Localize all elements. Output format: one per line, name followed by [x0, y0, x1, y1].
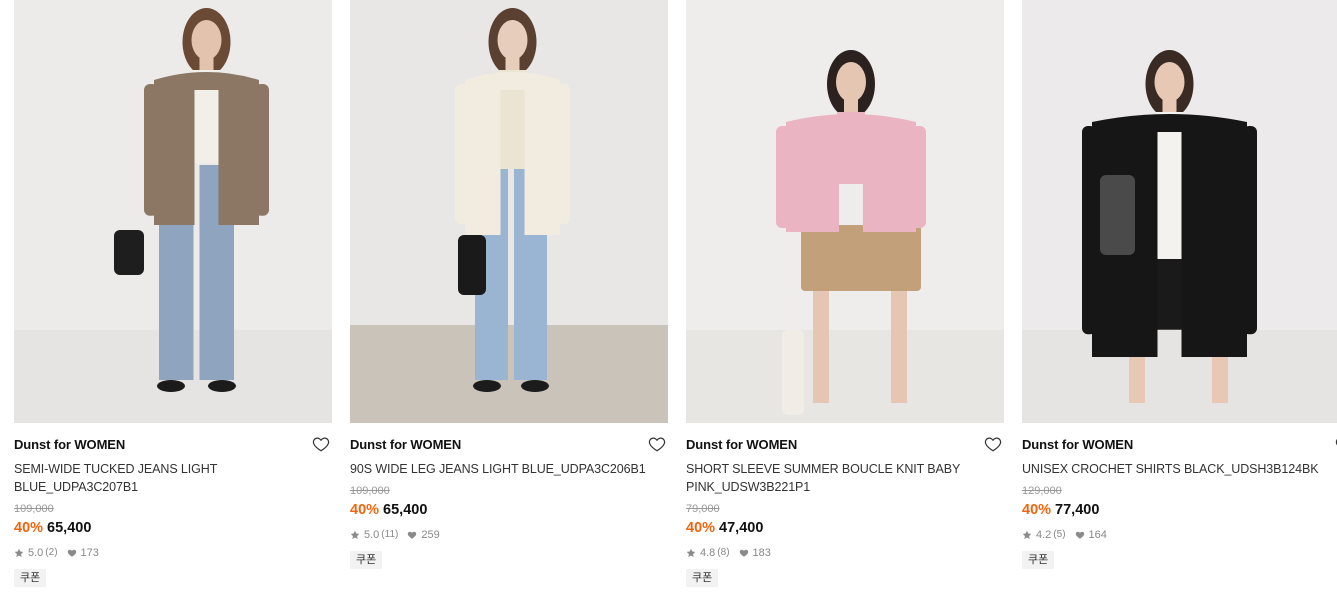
- price-block: 79,000 40% 47,400 4.8 (8) 183 쿠폰: [686, 502, 1004, 587]
- brand-row: Dunst for WOMEN: [1022, 435, 1337, 455]
- model-shoe-left: [473, 380, 501, 392]
- product-meta: 4.8 (8) 183: [686, 546, 1004, 560]
- product-image[interactable]: [350, 0, 668, 423]
- brand-name[interactable]: Dunst for WOMEN: [350, 437, 461, 452]
- rating-value: 4.2: [1036, 529, 1052, 541]
- heart-filled-icon: [67, 549, 76, 557]
- brand-row: Dunst for WOMEN: [350, 435, 668, 455]
- product-meta: 4.2 (5) 164: [1022, 528, 1337, 542]
- original-price: 79,000: [686, 503, 720, 515]
- model-shoe-right: [521, 380, 549, 392]
- discount-rate: 40%: [350, 502, 380, 518]
- model-leg-right: [891, 291, 907, 403]
- model-arm-left: [776, 126, 790, 228]
- like-count: 183: [752, 547, 771, 559]
- brand-name[interactable]: Dunst for WOMEN: [14, 437, 125, 452]
- model-face: [1154, 62, 1185, 102]
- product-card[interactable]: Dunst for WOMEN 90S WIDE LEG JEANS LIGHT…: [350, 0, 668, 607]
- product-image[interactable]: [14, 0, 332, 423]
- model-bag: [782, 330, 804, 415]
- star-icon: [1022, 530, 1032, 539]
- photo-floor: [686, 330, 1004, 423]
- review-count: (11): [381, 529, 399, 540]
- original-price: 109,000: [14, 503, 54, 515]
- model-inner-top: [1155, 112, 1184, 259]
- rating-value: 4.8: [700, 547, 716, 559]
- model-leg-left: [813, 291, 829, 403]
- product-card[interactable]: Dunst for WOMEN SEMI-WIDE TUCKED JEANS L…: [14, 0, 332, 607]
- model-bag: [114, 230, 144, 275]
- sale-price: 65,400: [47, 520, 92, 536]
- rating-value: 5.0: [364, 529, 380, 541]
- model-bag: [1100, 175, 1135, 255]
- model-arm-left: [455, 84, 469, 225]
- original-price: 109,000: [350, 485, 390, 497]
- like-count: 164: [1088, 529, 1107, 541]
- review-count: (8): [717, 547, 730, 558]
- model-photo-illustration: [1022, 0, 1337, 423]
- product-name[interactable]: SHORT SLEEVE SUMMER BOUCLE KNIT BABY PIN…: [686, 460, 986, 496]
- discount-rate: 40%: [686, 520, 716, 536]
- model-bag: [458, 235, 486, 295]
- star-icon: [686, 548, 696, 557]
- price-block: 129,000 40% 77,400 4.2 (5) 164 쿠폰: [1022, 484, 1337, 569]
- like-count: 173: [80, 547, 99, 559]
- price-block: 109,000 40% 65,400 5.0 (11) 259 쿠폰: [350, 484, 668, 569]
- model-face: [497, 20, 528, 60]
- rating-value: 5.0: [28, 547, 44, 559]
- original-price: 129,000: [1022, 485, 1062, 497]
- star-icon: [350, 530, 360, 539]
- product-meta: 5.0 (11) 259: [350, 528, 668, 542]
- product-card[interactable]: Dunst for WOMEN UNISEX CROCHET SHIRTS BL…: [1022, 0, 1337, 607]
- product-image[interactable]: [1022, 0, 1337, 423]
- model-arm-left: [1082, 126, 1096, 335]
- model-arm-left: [144, 84, 158, 216]
- model-arm-right: [912, 126, 926, 228]
- brand-row: Dunst for WOMEN: [686, 435, 1004, 455]
- heart-filled-icon: [739, 549, 748, 557]
- model-photo-illustration: [14, 0, 332, 423]
- model-bottom: [801, 225, 921, 291]
- coupon-badge: 쿠폰: [1022, 551, 1055, 569]
- brand-name[interactable]: Dunst for WOMEN: [1022, 437, 1133, 452]
- coupon-badge: 쿠폰: [686, 569, 719, 587]
- product-name[interactable]: 90S WIDE LEG JEANS LIGHT BLUE_UDPA3C206B…: [350, 460, 650, 478]
- photo-floor: [1022, 330, 1337, 423]
- wishlist-heart-icon[interactable]: [648, 435, 666, 453]
- coupon-badge: 쿠폰: [350, 551, 383, 569]
- brand-name[interactable]: Dunst for WOMEN: [686, 437, 797, 452]
- heart-filled-icon: [1075, 531, 1084, 539]
- product-image[interactable]: [686, 0, 1004, 423]
- model-face: [836, 62, 866, 102]
- discount-rate: 40%: [14, 520, 44, 536]
- product-meta: 5.0 (2) 173: [14, 546, 332, 560]
- product-name[interactable]: SEMI-WIDE TUCKED JEANS LIGHT BLUE_UDPA3C…: [14, 460, 314, 496]
- photo-floor: [350, 325, 668, 423]
- model-face: [191, 20, 222, 60]
- price-block: 109,000 40% 65,400 5.0 (2) 173 쿠폰: [14, 502, 332, 587]
- model-shoe-right: [208, 380, 236, 392]
- coupon-badge: 쿠폰: [14, 569, 47, 587]
- review-count: (5): [1053, 529, 1066, 540]
- model-photo-illustration: [350, 0, 668, 423]
- model-arm-right: [1243, 126, 1257, 335]
- model-arm-right: [255, 84, 269, 216]
- product-name[interactable]: UNISEX CROCHET SHIRTS BLACK_UDSH3B124BK: [1022, 460, 1322, 478]
- like-count: 259: [421, 529, 440, 541]
- sale-price: 65,400: [383, 502, 428, 518]
- sale-price: 77,400: [1055, 502, 1100, 518]
- brand-row: Dunst for WOMEN: [14, 435, 332, 455]
- wishlist-heart-icon[interactable]: [312, 435, 330, 453]
- sale-price: 47,400: [719, 520, 764, 536]
- heart-filled-icon: [408, 531, 417, 539]
- star-icon: [14, 548, 24, 557]
- review-count: (2): [45, 547, 58, 558]
- model-photo-illustration: [686, 0, 1004, 423]
- model-shoe-left: [157, 380, 185, 392]
- discount-rate: 40%: [1022, 502, 1052, 518]
- product-grid: Dunst for WOMEN SEMI-WIDE TUCKED JEANS L…: [0, 0, 1337, 607]
- wishlist-heart-icon[interactable]: [984, 435, 1002, 453]
- product-card[interactable]: Dunst for WOMEN SHORT SLEEVE SUMMER BOUC…: [686, 0, 1004, 607]
- model-arm-right: [556, 84, 570, 225]
